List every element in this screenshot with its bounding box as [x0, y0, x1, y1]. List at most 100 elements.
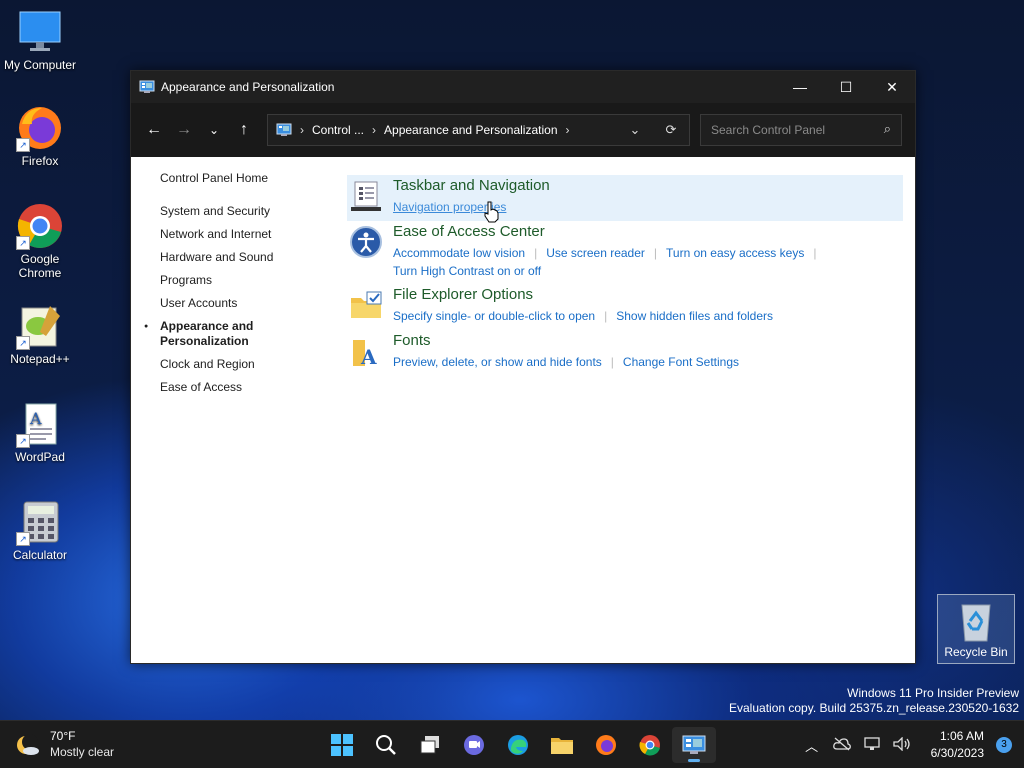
notepadpp-icon: ↗	[16, 302, 64, 350]
title-bar[interactable]: Appearance and Personalization — ☐ ✕	[131, 71, 915, 103]
desktop-icon-label: Calculator	[12, 548, 68, 562]
maximize-button[interactable]: ☐	[823, 71, 869, 103]
link-easy-access-keys[interactable]: Turn on easy access keys	[666, 246, 804, 260]
firefox-taskbar-button[interactable]	[584, 727, 628, 763]
task-view-icon	[420, 736, 439, 754]
network-icon[interactable]	[857, 736, 887, 754]
weather-temperature: 70°F	[50, 729, 76, 743]
search-input[interactable]	[709, 122, 873, 138]
nav-appearance-personalization[interactable]: Appearance and Personalization	[144, 319, 270, 349]
file-explorer-button[interactable]	[540, 727, 584, 763]
cloud-offline-icon[interactable]	[827, 737, 857, 754]
desktop-icon-calculator[interactable]: ↗ Calculator	[0, 498, 80, 562]
address-dropdown-button[interactable]: ⌄	[617, 122, 653, 138]
fonts-icon: A	[349, 334, 383, 369]
category-title[interactable]: Ease of Access Center	[393, 223, 545, 240]
minimize-button[interactable]: —	[777, 71, 823, 103]
window-title: Appearance and Personalization	[161, 80, 335, 94]
link-separator: |	[813, 246, 817, 260]
volume-icon[interactable]	[887, 735, 917, 754]
clock-date: 6/30/2023	[930, 746, 984, 760]
link-high-contrast[interactable]: Turn High Contrast on or off	[393, 264, 541, 278]
nav-hardware-sound[interactable]: Hardware and Sound	[160, 250, 273, 265]
chevron-right-icon: ›	[565, 123, 570, 137]
chrome-icon: ↗	[16, 202, 64, 250]
evaluation-watermark: Windows 11 Pro Insider Preview Evaluatio…	[729, 686, 1019, 716]
desktop-icon-label: WordPad	[15, 450, 65, 464]
search-box[interactable]: ⌕	[700, 114, 902, 146]
link-show-hidden-files[interactable]: Show hidden files and folders	[616, 309, 773, 323]
category-title[interactable]: Taskbar and Navigation	[393, 177, 550, 194]
forward-button[interactable]: →	[169, 115, 199, 145]
chevron-up-icon[interactable]: ︿	[797, 736, 827, 755]
breadcrumb-control-panel[interactable]: Control ...	[312, 123, 364, 137]
chrome-icon	[639, 735, 660, 756]
navigation-bar: ← → ⌄ ↑ › Control ... › Appearance and P…	[131, 103, 915, 157]
nav-programs[interactable]: Programs	[160, 273, 273, 288]
refresh-button[interactable]: ⟳	[653, 122, 689, 138]
search-button[interactable]	[364, 727, 408, 763]
svg-text:A: A	[29, 409, 42, 428]
close-button[interactable]: ✕	[869, 71, 915, 103]
chrome-taskbar-button[interactable]	[628, 727, 672, 763]
nav-control-panel-home[interactable]: Control Panel Home	[160, 171, 273, 186]
nav-system-security[interactable]: System and Security	[160, 204, 273, 219]
notification-badge[interactable]: 3	[996, 737, 1012, 753]
search-icon[interactable]: ⌕	[884, 121, 891, 137]
edge-icon	[508, 735, 528, 755]
desktop-icon-firefox[interactable]: ↗ Firefox	[0, 104, 80, 168]
link-separator: |	[653, 246, 658, 260]
desktop-icon-my-computer[interactable]: My Computer	[0, 8, 80, 72]
control-panel-icon	[276, 123, 292, 137]
up-button[interactable]: ↑	[229, 115, 259, 145]
address-bar[interactable]: › Control ... › Appearance and Personali…	[267, 114, 690, 146]
control-panel-taskbar-button[interactable]	[672, 727, 716, 763]
link-accommodate-low-vision[interactable]: Accommodate low vision	[393, 246, 525, 260]
category-ease-of-access: Ease of Access Center Accommodate low vi…	[347, 221, 903, 281]
back-button[interactable]: ←	[139, 115, 169, 145]
link-separator: |	[534, 246, 538, 260]
clock-time: 1:06 AM	[939, 729, 984, 743]
link-preview-fonts[interactable]: Preview, delete, or show and hide fonts	[393, 355, 602, 369]
search-icon	[376, 735, 396, 755]
category-title[interactable]: Fonts	[393, 332, 431, 349]
category-fonts: A Fonts Preview, delete, or show and hid…	[347, 330, 903, 374]
calculator-icon: ↗	[16, 498, 64, 546]
edge-button[interactable]	[496, 727, 540, 763]
link-change-font-settings[interactable]: Change Font Settings	[623, 355, 739, 369]
chat-button[interactable]	[452, 727, 496, 763]
nav-network-internet[interactable]: Network and Internet	[160, 227, 273, 242]
desktop-icon-wordpad[interactable]: A ↗ WordPad	[0, 400, 80, 464]
hand-cursor-icon	[483, 201, 499, 228]
windows-logo-icon	[331, 734, 353, 756]
clock[interactable]: 1:06 AM 6/30/2023	[931, 728, 984, 762]
chat-icon	[464, 735, 484, 755]
ease-of-access-icon	[349, 225, 383, 259]
desktop-icon-label: Notepad++	[10, 352, 70, 366]
arrow-right-icon: →	[176, 121, 192, 138]
start-button[interactable]	[320, 727, 364, 763]
breadcrumb-appearance[interactable]: Appearance and Personalization	[384, 123, 557, 137]
monitor-icon	[16, 8, 64, 56]
weather-condition: Mostly clear	[50, 745, 115, 759]
desktop-icon-recycle-bin[interactable]: Recycle Bin	[937, 594, 1015, 664]
control-panel-window: Appearance and Personalization — ☐ ✕ ← →…	[130, 70, 916, 664]
watermark-line2: Evaluation copy. Build 25375.zn_release.…	[729, 701, 1019, 715]
desktop-icon-notepadpp[interactable]: ↗ Notepad++	[0, 302, 80, 366]
recent-locations-button[interactable]: ⌄	[199, 115, 229, 145]
category-taskbar-navigation: Taskbar and Navigation Navigation proper…	[347, 175, 903, 221]
content-area: Control Panel Home System and Security N…	[131, 157, 915, 661]
desktop-icon-google-chrome[interactable]: ↗ Google Chrome	[0, 202, 80, 280]
desktop-icon-label: My Computer	[3, 58, 77, 72]
link-single-double-click[interactable]: Specify single- or double-click to open	[393, 309, 595, 323]
taskbar: 70°F Mostly clear ︿ 1:06 AM 6/30/2023 3	[0, 720, 1024, 768]
link-separator: |	[604, 309, 608, 323]
nav-ease-of-access[interactable]: Ease of Access	[160, 380, 273, 395]
nav-user-accounts[interactable]: User Accounts	[160, 296, 273, 311]
nav-clock-region[interactable]: Clock and Region	[160, 357, 273, 372]
category-title[interactable]: File Explorer Options	[393, 286, 533, 303]
link-use-screen-reader[interactable]: Use screen reader	[546, 246, 645, 260]
task-view-button[interactable]	[408, 727, 452, 763]
link-separator: |	[610, 355, 614, 369]
chevron-right-icon: ›	[372, 123, 377, 137]
